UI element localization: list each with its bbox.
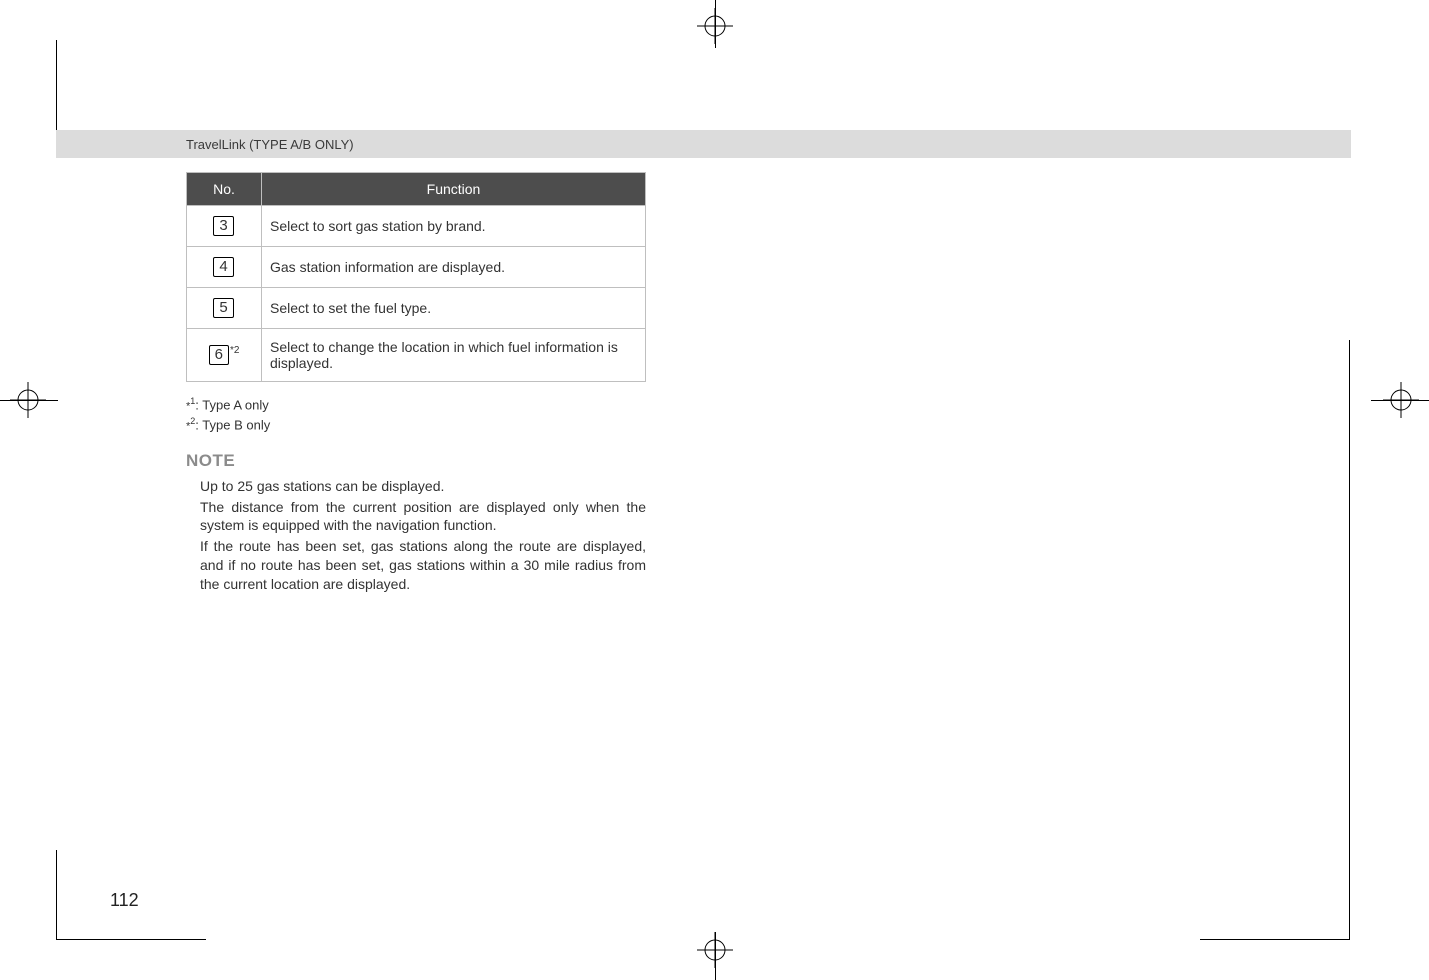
corner-mark	[1260, 850, 1350, 940]
boxed-number-icon: 6	[209, 345, 229, 365]
table-row: 5 Select to set the fuel type.	[187, 288, 646, 329]
corner-mark	[56, 40, 146, 130]
footnote-text: : Type B only	[195, 418, 270, 433]
table-row: 4 Gas station information are displayed.	[187, 247, 646, 288]
table-row: 6*2 Select to change the location in whi…	[187, 329, 646, 382]
page-content: No. Function 3 Select to sort gas statio…	[186, 172, 646, 596]
crop-line	[715, 0, 716, 48]
note-heading: NOTE	[186, 451, 646, 471]
row-function-text: Select to set the fuel type.	[262, 288, 646, 329]
footnotes: *1: Type A only *2: Type B only	[186, 396, 646, 433]
crop-line	[1349, 340, 1350, 940]
function-table: No. Function 3 Select to sort gas statio…	[186, 172, 646, 382]
footnote-text: : Type A only	[195, 397, 268, 412]
note-body: Up to 25 gas stations can be displayed. …	[186, 477, 646, 594]
section-header-bar: TravelLink (TYPE A/B ONLY)	[56, 130, 1351, 158]
row-function-text: Select to sort gas station by brand.	[262, 206, 646, 247]
row-function-text: Gas station information are displayed.	[262, 247, 646, 288]
row-number-cell: 6*2	[187, 329, 262, 382]
note-line: If the route has been set, gas stations …	[200, 537, 646, 594]
boxed-number-icon: 5	[213, 298, 233, 318]
row-number-cell: 4	[187, 247, 262, 288]
crop-line	[715, 932, 716, 980]
row-number-cell: 5	[187, 288, 262, 329]
row-superscript: *2	[230, 345, 239, 356]
footnote-1: *1: Type A only	[186, 396, 646, 412]
row-number-cell: 3	[187, 206, 262, 247]
row-function-text: Select to change the location in which f…	[262, 329, 646, 382]
note-line: The distance from the current position a…	[200, 498, 646, 536]
boxed-number-icon: 4	[213, 257, 233, 277]
table-header-function: Function	[262, 173, 646, 206]
crop-line	[0, 400, 58, 401]
table-header-no: No.	[187, 173, 262, 206]
crop-line	[1371, 400, 1429, 401]
footnote-2: *2: Type B only	[186, 416, 646, 432]
page-number: 112	[110, 890, 139, 911]
note-line: Up to 25 gas stations can be displayed.	[200, 477, 646, 496]
table-row: 3 Select to sort gas station by brand.	[187, 206, 646, 247]
section-header-text: TravelLink (TYPE A/B ONLY)	[56, 137, 354, 152]
boxed-number-icon: 3	[213, 216, 233, 236]
